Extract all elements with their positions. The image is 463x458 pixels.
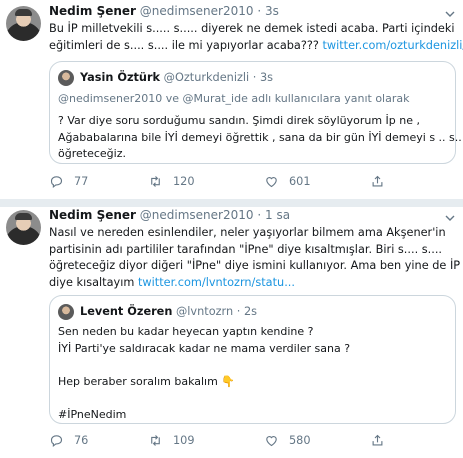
reply-button[interactable]: 77: [49, 174, 88, 189]
tweet-separator: [0, 199, 463, 207]
retweet-button[interactable]: 120: [148, 174, 195, 189]
quoted-timestamp: 3s: [259, 71, 274, 84]
retweet-icon: [151, 176, 160, 187]
tweet-header: Nedim Şener @nedimsener2010 · 1 sa: [49, 208, 290, 223]
like-icon: [266, 177, 277, 188]
quoted-timestamp: 2s: [243, 305, 258, 318]
author-handle[interactable]: @nedimsener2010: [140, 208, 254, 222]
quoted-text-line: Hep beraber soralım bakalım 👇: [58, 374, 236, 388]
quoted-text-line: ? Var diye soru sorduğumu sandın. Şimdi …: [58, 114, 421, 127]
quoted-author-name: Levent Özeren: [80, 305, 173, 318]
quoted-text-line: [58, 357, 350, 374]
quoted-header: Levent Özeren @lvntozrn · 2s: [80, 305, 257, 319]
quoted-text-line: İYİ Parti'ye saldıracak kadar ne mama ve…: [58, 341, 351, 355]
share-button[interactable]: [370, 174, 385, 189]
like-count: 580: [289, 434, 311, 447]
reply-context-text: @nedimsener2010 ve @Murat_ide adlı kulla…: [58, 92, 410, 105]
author-name[interactable]: Nedim Şener: [49, 208, 136, 222]
quoted-text-line: öğreteceğiz.: [58, 147, 126, 160]
retweet-count: 109: [173, 434, 195, 447]
retweet-count: 120: [173, 175, 195, 188]
avatar[interactable]: [6, 210, 41, 245]
quoted-text-line: Ağababalarına bile İYİ demeyi öğrettik ,…: [58, 130, 462, 144]
like-icon: [266, 436, 277, 447]
share-button[interactable]: [370, 433, 385, 448]
hashtag[interactable]: #İPneNedim: [58, 407, 350, 424]
tweet-text: Bu İP milletvekili s..... s..... diyerek…: [49, 21, 463, 54]
dot-separator: ·: [236, 305, 241, 318]
reply-icon: [50, 435, 63, 447]
dot-separator: ·: [252, 71, 257, 84]
tweet-text-line: Bu İP milletvekili s..... s..... diyerek…: [49, 22, 455, 35]
tweet-text: Nasıl ve nereden esinlendiler, neler yaş…: [49, 225, 460, 291]
tweet-text-line: Nasıl ve nereden esinlendiler, neler yaş…: [49, 226, 446, 239]
tweet-text-line: öğreteceğiz diyor diğeri "İPne" diye ism…: [49, 259, 461, 272]
timestamp[interactable]: 1 sa: [265, 208, 290, 222]
quoted-text-line: [58, 390, 350, 407]
dot-separator: ·: [257, 208, 262, 222]
retweet-button[interactable]: 109: [148, 433, 195, 448]
quoted-reply-context: @nedimsener2010 ve @Murat_ide adlı kulla…: [58, 91, 409, 108]
tweet-actions: 76 109 580: [49, 433, 439, 453]
quoted-tweet[interactable]: Yasin Öztürk @Ozturkdenizli · 3s @nedims…: [49, 61, 462, 164]
like-count: 601: [289, 175, 311, 188]
dot-separator: ·: [257, 4, 262, 18]
timestamp[interactable]: 3s: [265, 4, 279, 18]
reply-count: 77: [74, 175, 89, 188]
author-handle[interactable]: @nedimsener2010: [140, 4, 254, 18]
tweet-2[interactable]: Nedim Şener @nedimsener2010 · 1 sa Nasıl…: [0, 207, 463, 458]
quoted-header: Yasin Öztürk @Ozturkdenizli · 3s: [80, 71, 273, 85]
tweet-1[interactable]: Nedim Şener @nedimsener2010 · 3s Bu İP m…: [0, 0, 463, 199]
reply-count: 76: [74, 434, 89, 447]
quoted-text: ? Var diye soru sorduğumu sandın. Şimdi …: [58, 113, 462, 163]
retweet-icon: [151, 435, 160, 446]
like-button[interactable]: 601: [264, 174, 311, 189]
quoted-text-line: Sen neden bu kadar heyecan yaptın kendin…: [58, 325, 314, 338]
quoted-author-handle: @Ozturkdenizli: [163, 71, 250, 84]
like-button[interactable]: 580: [264, 433, 311, 448]
reply-button[interactable]: 76: [49, 433, 88, 448]
quoted-avatar: [58, 304, 74, 320]
quoted-text: Sen neden bu kadar heyecan yaptın kendin…: [58, 324, 350, 423]
share-icon: [372, 434, 383, 446]
share-icon: [372, 175, 383, 187]
tweet-text-line: diye kısaltayım twitter.com/lvntozrn/sta…: [49, 275, 295, 289]
quoted-tweet[interactable]: Levent Özeren @lvntozrn · 2s Sen neden b…: [49, 295, 456, 424]
author-name[interactable]: Nedim Şener: [49, 4, 136, 18]
tweet-header: Nedim Şener @nedimsener2010 · 3s: [49, 4, 279, 19]
reply-icon: [50, 176, 63, 188]
tweet-text-line: eğitimleri de s.... s.... ile mi yapıyor…: [49, 38, 463, 55]
quoted-author-name: Yasin Öztürk: [80, 71, 161, 84]
tweet-link[interactable]: twitter.com/lvntozrn/statu...: [138, 276, 295, 289]
quoted-avatar: [58, 70, 74, 86]
tweet-actions: 77 120 601: [49, 174, 439, 194]
quoted-author-handle: @lvntozrn: [175, 305, 234, 318]
tweet-link[interactable]: twitter.com/ozturkdenizli/...: [322, 39, 463, 52]
tweet-text-line: partisinin adı partililer tarafından "İP…: [49, 242, 443, 256]
avatar[interactable]: [6, 6, 41, 41]
